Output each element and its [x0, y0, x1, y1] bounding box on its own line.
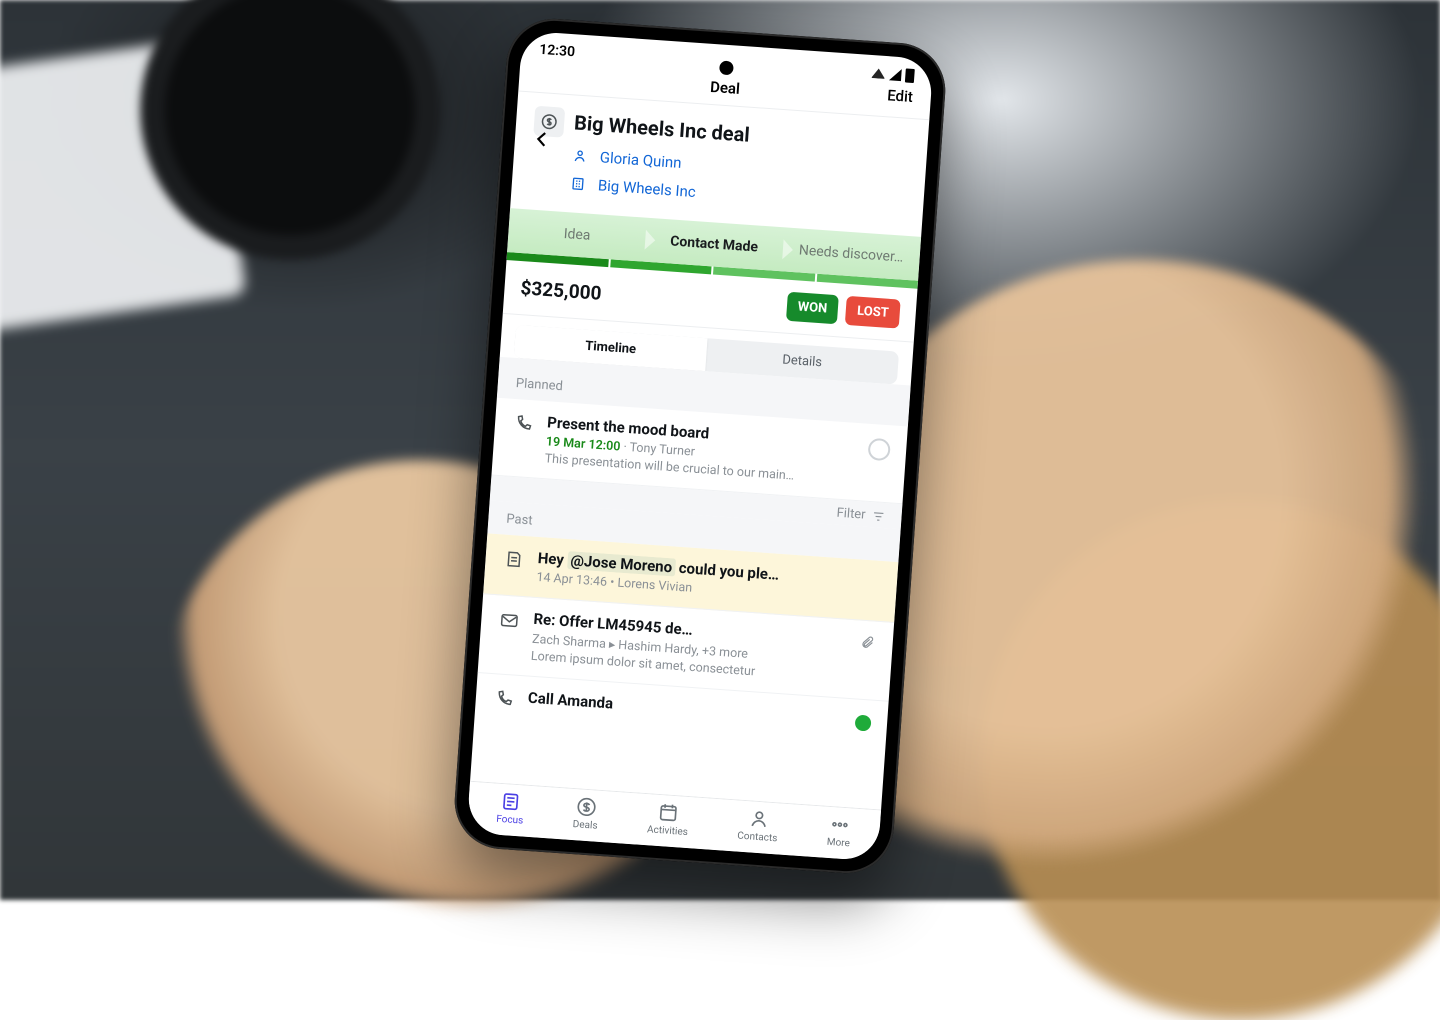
nav-more[interactable]: More [826, 813, 851, 850]
back-button[interactable] [530, 127, 554, 154]
call-title: Call Amanda [527, 689, 843, 729]
app-screen: 12:30 Deal Edit Big [466, 31, 933, 862]
battery-icon [905, 68, 915, 83]
status-time: 12:30 [539, 42, 576, 60]
lost-button[interactable]: LOST [845, 296, 901, 329]
call-icon [491, 686, 516, 710]
nav-contacts[interactable]: Contacts [737, 807, 779, 845]
stage-idea[interactable]: Idea [508, 222, 646, 248]
status-dot [855, 715, 872, 732]
deal-amount: $325,000 [520, 276, 602, 305]
more-icon [828, 813, 851, 836]
note-icon [500, 546, 526, 584]
screen-title: Deal [710, 78, 741, 98]
attachment-icon [858, 633, 878, 688]
activity-owner: Tony Turner [629, 440, 695, 460]
complete-checkbox[interactable] [867, 438, 890, 461]
deals-icon [575, 795, 598, 818]
activities-icon [657, 801, 680, 824]
call-icon [508, 411, 536, 466]
won-button[interactable]: WON [786, 292, 839, 325]
nav-focus[interactable]: Focus [496, 790, 525, 827]
wifi-icon [871, 68, 886, 79]
filter-icon [871, 509, 886, 524]
stage-contact-made[interactable]: Contact Made [645, 232, 783, 258]
building-icon [569, 175, 586, 192]
signal-icon [889, 68, 902, 81]
filter-button[interactable]: Filter [836, 506, 866, 523]
organization-name: Big Wheels Inc [597, 176, 696, 201]
nav-activities[interactable]: Activities [647, 800, 690, 838]
mail-icon [494, 607, 522, 663]
edit-button[interactable]: Edit [887, 86, 914, 106]
phone-mockup: 12:30 Deal Edit Big [452, 16, 949, 877]
person-icon [571, 147, 588, 164]
nav-deals[interactable]: Deals [572, 795, 599, 832]
focus-icon [499, 790, 522, 813]
contact-name: Gloria Quinn [599, 148, 682, 172]
stage-needs-discovery[interactable]: Needs discover… [782, 241, 920, 267]
contacts-icon [747, 807, 770, 830]
